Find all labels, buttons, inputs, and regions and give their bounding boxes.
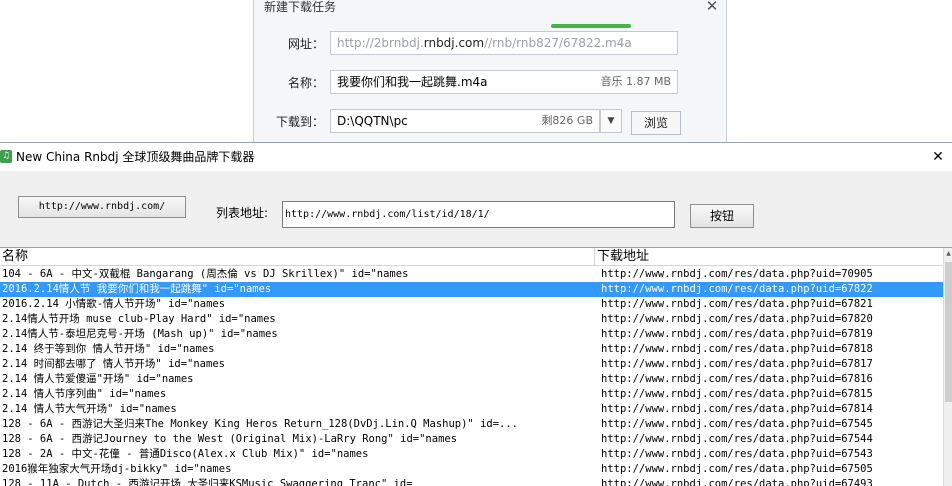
track-name-cell: 2016猴年独家大气开场dj-bikky" id="names [2, 463, 232, 475]
dest-label: 下载到： [275, 115, 324, 129]
download-url-cell: http://www.rnbdj.com/res/data.php?uid=67… [601, 328, 873, 340]
dest-value: D:\QQTN\pc [337, 114, 408, 128]
dialog-close-icon[interactable]: ✕ [702, 0, 722, 16]
track-name-cell: 2016.2.14 小情歌-情人节开场" id="names [2, 298, 226, 310]
track-name-cell: 2.14情人节-泰坦尼克号-开场 (Mash up)" id="names [2, 328, 278, 340]
app-icon: ♫ [0, 150, 12, 163]
table-row[interactable]: 2.14情人节-泰坦尼克号-开场 (Mash up)" id="names htt… [0, 327, 943, 342]
download-url-cell: http://www.rnbdj.com/res/data.php?uid=67… [601, 358, 873, 370]
track-name-cell: 2.14 情人节爱傻逼"开场" id="names [2, 373, 194, 385]
dest-dropdown-icon[interactable]: ▼ [600, 109, 622, 133]
download-url-cell: http://www.rnbdj.com/res/data.php?uid=67… [601, 283, 873, 295]
window-close-icon[interactable]: ✕ [924, 144, 952, 170]
list-rows: 104 - 6A - 中文-双截棍 Bangarang (周杰倫 vs DJ S… [0, 267, 943, 486]
track-name-cell: 128 - 6A - 西游记大圣归来The Monkey King Heros … [2, 418, 519, 430]
table-row[interactable]: 2016猴年独家大气开场dj-bikky" id="names http://ww… [0, 462, 943, 477]
table-row[interactable]: 2.14 情人节爱傻逼"开场" id="names http://www.rnbd… [0, 372, 943, 387]
table-row[interactable]: 2016.2.14 小情歌-情人节开场" id="names http://www… [0, 297, 943, 312]
download-url-cell: http://www.rnbdj.com/res/data.php?uid=70… [601, 268, 873, 280]
track-name-cell: 2016.2.14情人节 我要你们和我一起跳舞" id="names [2, 283, 272, 295]
table-row[interactable]: 128 - 6A - 西游记大圣归来The Monkey King Heros … [0, 417, 943, 432]
window-title: New China Rnbdj 全球顶级舞曲品牌下载器 [16, 150, 255, 164]
download-url-cell: http://www.rnbdj.com/res/data.php?uid=67… [601, 463, 873, 475]
url-field[interactable]: http://2brnbdj.rnbdj.com//rnb/rnb827/678… [330, 31, 678, 55]
table-row[interactable]: 2.14 情人节大气开场" id="names http://www.rnbdj.… [0, 402, 943, 417]
download-url-cell: http://www.rnbdj.com/res/data.php?uid=67… [601, 388, 873, 400]
download-url-cell: http://www.rnbdj.com/res/data.php?uid=67… [601, 448, 873, 460]
track-name-cell: 2.14情人节开场 muse club-Play Hard" id="names [2, 313, 276, 325]
list-address-input[interactable]: http://www.rnbdj.com/list/id/18/1/ [282, 201, 675, 228]
table-row[interactable]: 104 - 6A - 中文-双截棍 Bangarang (周杰倫 vs DJ S… [0, 267, 943, 282]
download-url-cell: http://www.rnbdj.com/res/data.php?uid=67… [601, 298, 873, 310]
list-address-label: 列表地址: [216, 206, 269, 220]
scrollbar-thumb[interactable] [945, 262, 952, 402]
table-row[interactable]: 2.14 情人节序列曲" id="names http://www.rnbdj.c… [0, 387, 943, 402]
download-url-cell: http://www.rnbdj.com/res/data.php?uid=67… [601, 313, 873, 325]
download-url-cell: http://www.rnbdj.com/res/data.php?uid=67… [601, 343, 873, 355]
column-header-name[interactable]: 名称 [0, 248, 595, 266]
table-row[interactable]: 128 - 6A - 西游记Journey to the West (Origi… [0, 432, 943, 447]
free-space-meta: 剩826 GB [541, 114, 593, 127]
table-row[interactable]: 128 - 2A - 中文-花僮 - 普通Disco(Alex.x Club M… [0, 447, 943, 462]
dialog-title: 新建下载任务 [264, 0, 337, 14]
site-url-button[interactable]: http://www.rnbdj.com/ [18, 196, 186, 218]
browse-button[interactable]: 浏览 [631, 111, 681, 135]
track-name-cell: 104 - 6A - 中文-双截棍 Bangarang (周杰倫 vs DJ S… [2, 268, 409, 280]
dialog-accent-bar [551, 24, 631, 28]
url-suffix: //rnb/rnb827/67822.m4a [484, 36, 632, 50]
download-url-cell: http://www.rnbdj.com/res/data.php?uid=67… [601, 373, 873, 385]
name-label: 名称： [287, 76, 324, 90]
downloader-window: ♫ New China Rnbdj 全球顶级舞曲品牌下载器 ✕ http://w… [0, 142, 952, 486]
track-name-cell: 128 - 11A - Dutch - 西游记开场 大圣归来KSMusic Sw… [2, 478, 413, 486]
track-name-cell: 128 - 6A - 西游记Journey to the West (Origi… [2, 433, 458, 445]
name-field[interactable]: 我要你们和我一起跳舞.m4a 音乐 1.87 MB [330, 70, 678, 94]
table-row[interactable]: 128 - 11A - Dutch - 西游记开场 大圣归来KSMusic Sw… [0, 477, 943, 486]
track-name-cell: 128 - 2A - 中文-花僮 - 普通Disco(Alex.x Club M… [2, 448, 369, 460]
title-bar[interactable]: ♫ New China Rnbdj 全球顶级舞曲品牌下载器 ✕ [0, 143, 952, 171]
table-row[interactable]: 2.14情人节开场 muse club-Play Hard" id="names… [0, 312, 943, 327]
download-url-cell: http://www.rnbdj.com/res/data.php?uid=67… [601, 418, 873, 430]
table-row[interactable]: 2016.2.14情人节 我要你们和我一起跳舞" id="names http:/… [0, 282, 943, 297]
url-domain: rnbdj.com [423, 36, 485, 50]
table-row[interactable]: 2.14 终于等到你 情人节开场" id="names http://www.rn… [0, 342, 943, 357]
url-prefix: http://2brnbdj. [337, 36, 424, 50]
scroll-up-icon[interactable]: ▲ [944, 248, 952, 260]
file-size-meta: 音乐 1.87 MB [600, 75, 671, 88]
dest-field[interactable]: D:\QQTN\pc 剩826 GB [330, 109, 600, 133]
track-name-cell: 2.14 情人节序列曲" id="names [2, 388, 167, 400]
name-value: 我要你们和我一起跳舞.m4a [337, 75, 488, 89]
track-list: 名称 下载地址 104 - 6A - 中文-双截棍 Bangarang (周杰倫… [0, 247, 952, 486]
download-url-cell: http://www.rnbdj.com/res/data.php?uid=67… [601, 403, 873, 415]
vertical-scrollbar[interactable]: ▲ [943, 248, 952, 486]
download-url-cell: http://www.rnbdj.com/res/data.php?uid=67… [601, 433, 873, 445]
column-header-url[interactable]: 下载地址 [595, 248, 943, 266]
track-name-cell: 2.14 情人节大气开场" id="names [2, 403, 177, 415]
track-name-cell: 2.14 时间都去哪了 情人节开场" id="names [2, 358, 225, 370]
download-task-dialog: 新建下载任务 ✕ 网址： http://2brnbdj.rnbdj.com//r… [253, 0, 727, 142]
url-label: 网址： [287, 37, 324, 51]
table-row[interactable]: 2.14 时间都去哪了 情人节开场" id="names http://www.r… [0, 357, 943, 372]
track-name-cell: 2.14 终于等到你 情人节开场" id="names [2, 343, 215, 355]
download-url-cell: http://www.rnbdj.com/res/data.php?uid=67… [601, 478, 873, 486]
fetch-button[interactable]: 按钮 [690, 204, 754, 228]
list-header: 名称 下载地址 [0, 248, 943, 266]
